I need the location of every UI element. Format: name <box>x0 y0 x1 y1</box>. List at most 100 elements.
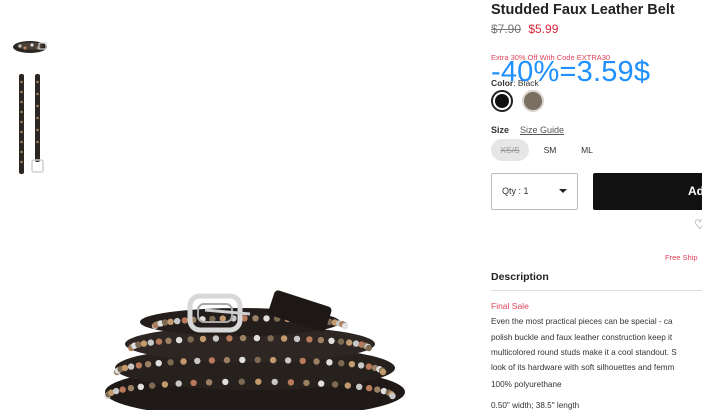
stud-decoration <box>356 383 363 390</box>
stud-decoration <box>331 381 339 388</box>
discount-overlay-annotation: -40%=3.59$ <box>491 56 651 88</box>
stud-decoration <box>328 337 335 344</box>
size-option-xs-s[interactable]: XS/S <box>491 139 529 161</box>
stud-decoration <box>149 382 156 389</box>
stud-decoration <box>267 335 274 342</box>
product-title: Studded Faux Leather Belt <box>491 2 675 18</box>
original-price: $7.90 <box>491 22 522 36</box>
thumbnail-belt-coiled[interactable] <box>10 36 50 58</box>
stud-decoration <box>287 379 295 386</box>
stud-decoration <box>346 339 353 346</box>
stud-decoration <box>365 363 373 370</box>
stud-decoration <box>219 315 226 322</box>
stud-decoration <box>199 335 207 343</box>
color-swatch-black[interactable] <box>491 90 513 112</box>
stud-decoration <box>352 340 360 347</box>
stud-decoration <box>175 336 183 344</box>
stud-decoration <box>379 368 387 376</box>
stud-decoration <box>165 337 172 344</box>
size-option-ml[interactable]: ML <box>575 139 599 161</box>
stud-decoration <box>205 379 213 386</box>
price-row: $7.90 $5.99 <box>491 22 558 36</box>
stud-decoration <box>253 334 261 342</box>
stud-decoration <box>263 315 270 322</box>
stud-decoration <box>344 382 351 389</box>
description-line: Even the most practical pieces can be sp… <box>491 317 673 326</box>
stud-decoration <box>252 315 259 322</box>
stud-decoration <box>140 340 148 347</box>
stud-decoration <box>155 338 163 345</box>
stud-decoration <box>223 356 231 364</box>
stud-decoration <box>357 362 365 369</box>
description-heading[interactable]: Description <box>491 271 549 283</box>
stud-decoration <box>127 363 135 370</box>
stud-decoration <box>190 379 197 387</box>
thumbnail-belt-straight[interactable] <box>10 72 50 176</box>
stud-decoration <box>112 387 120 395</box>
sale-price: $5.99 <box>528 22 559 36</box>
quantity-value: Qty : 1 <box>502 186 529 196</box>
description-line: multicolored round studs make it a cool … <box>491 348 677 357</box>
stud-decoration <box>239 356 246 364</box>
stud-decoration <box>161 381 169 388</box>
description-line: look of its hardware with soft silhouett… <box>491 363 675 372</box>
stud-decoration <box>306 336 313 343</box>
divider <box>491 290 702 291</box>
product-main-image <box>104 290 405 410</box>
stud-decoration <box>174 317 181 325</box>
heart-icon[interactable]: ♡ <box>694 218 702 231</box>
product-info-panel: Studded Faux Leather Belt $7.90 $5.99 Ex… <box>491 0 702 410</box>
stud-decoration <box>187 336 194 343</box>
stud-decoration <box>254 356 261 364</box>
stud-decoration <box>374 386 381 393</box>
stud-decoration <box>239 334 247 342</box>
size-label: Size <box>491 125 510 135</box>
stud-decoration <box>348 361 356 368</box>
stud-decoration <box>194 357 201 365</box>
stud-decoration <box>167 359 174 366</box>
description-line: polish buckle and faux leather construct… <box>491 333 673 342</box>
stud-decoration <box>222 378 229 386</box>
stud-decoration <box>338 360 345 367</box>
stud-decoration <box>313 358 320 365</box>
stud-decoration <box>135 341 142 348</box>
stud-decoration <box>317 336 325 344</box>
stud-decoration <box>135 362 143 369</box>
color-swatch-taupe[interactable] <box>522 90 544 112</box>
size-guide-link[interactable]: Size Guide <box>520 125 564 135</box>
stud-decoration <box>389 392 396 400</box>
stud-decoration <box>180 358 187 365</box>
quantity-select[interactable]: Qty : 1 <box>491 173 578 210</box>
stud-decoration <box>299 357 306 365</box>
stud-decoration <box>155 360 162 367</box>
stud-decoration <box>280 335 288 342</box>
stud-decoration <box>326 359 333 366</box>
add-to-bag-button[interactable]: Ad <box>593 173 702 210</box>
stud-decoration <box>337 338 345 345</box>
stud-decoration <box>144 361 152 368</box>
stud-decoration <box>293 335 301 343</box>
stud-decoration <box>303 379 310 387</box>
free-shipping-text: Free Ship <box>665 253 698 262</box>
stud-decoration <box>365 384 373 392</box>
stud-decoration <box>341 322 349 330</box>
caret-down-icon <box>559 189 567 193</box>
stud-decoration <box>161 319 169 326</box>
stud-decoration <box>238 378 245 385</box>
stud-decoration <box>269 356 277 364</box>
stud-decoration <box>226 335 233 342</box>
stud-decoration <box>255 378 262 385</box>
stud-decoration <box>119 386 126 393</box>
stud-decoration <box>137 383 144 390</box>
stud-decoration <box>147 339 154 346</box>
stud-decoration <box>121 364 129 372</box>
material-text: 100% polyurethane <box>491 380 562 389</box>
dimensions-text: 0.50" width; 38.5" length <box>491 401 580 410</box>
stud-decoration <box>365 344 372 352</box>
stud-decoration <box>181 317 188 324</box>
final-sale-label: Final Sale <box>491 301 529 311</box>
size-option-sm[interactable]: SM <box>538 139 562 161</box>
stud-decoration <box>175 380 182 387</box>
stud-decoration <box>212 335 220 342</box>
stud-decoration <box>127 384 135 392</box>
